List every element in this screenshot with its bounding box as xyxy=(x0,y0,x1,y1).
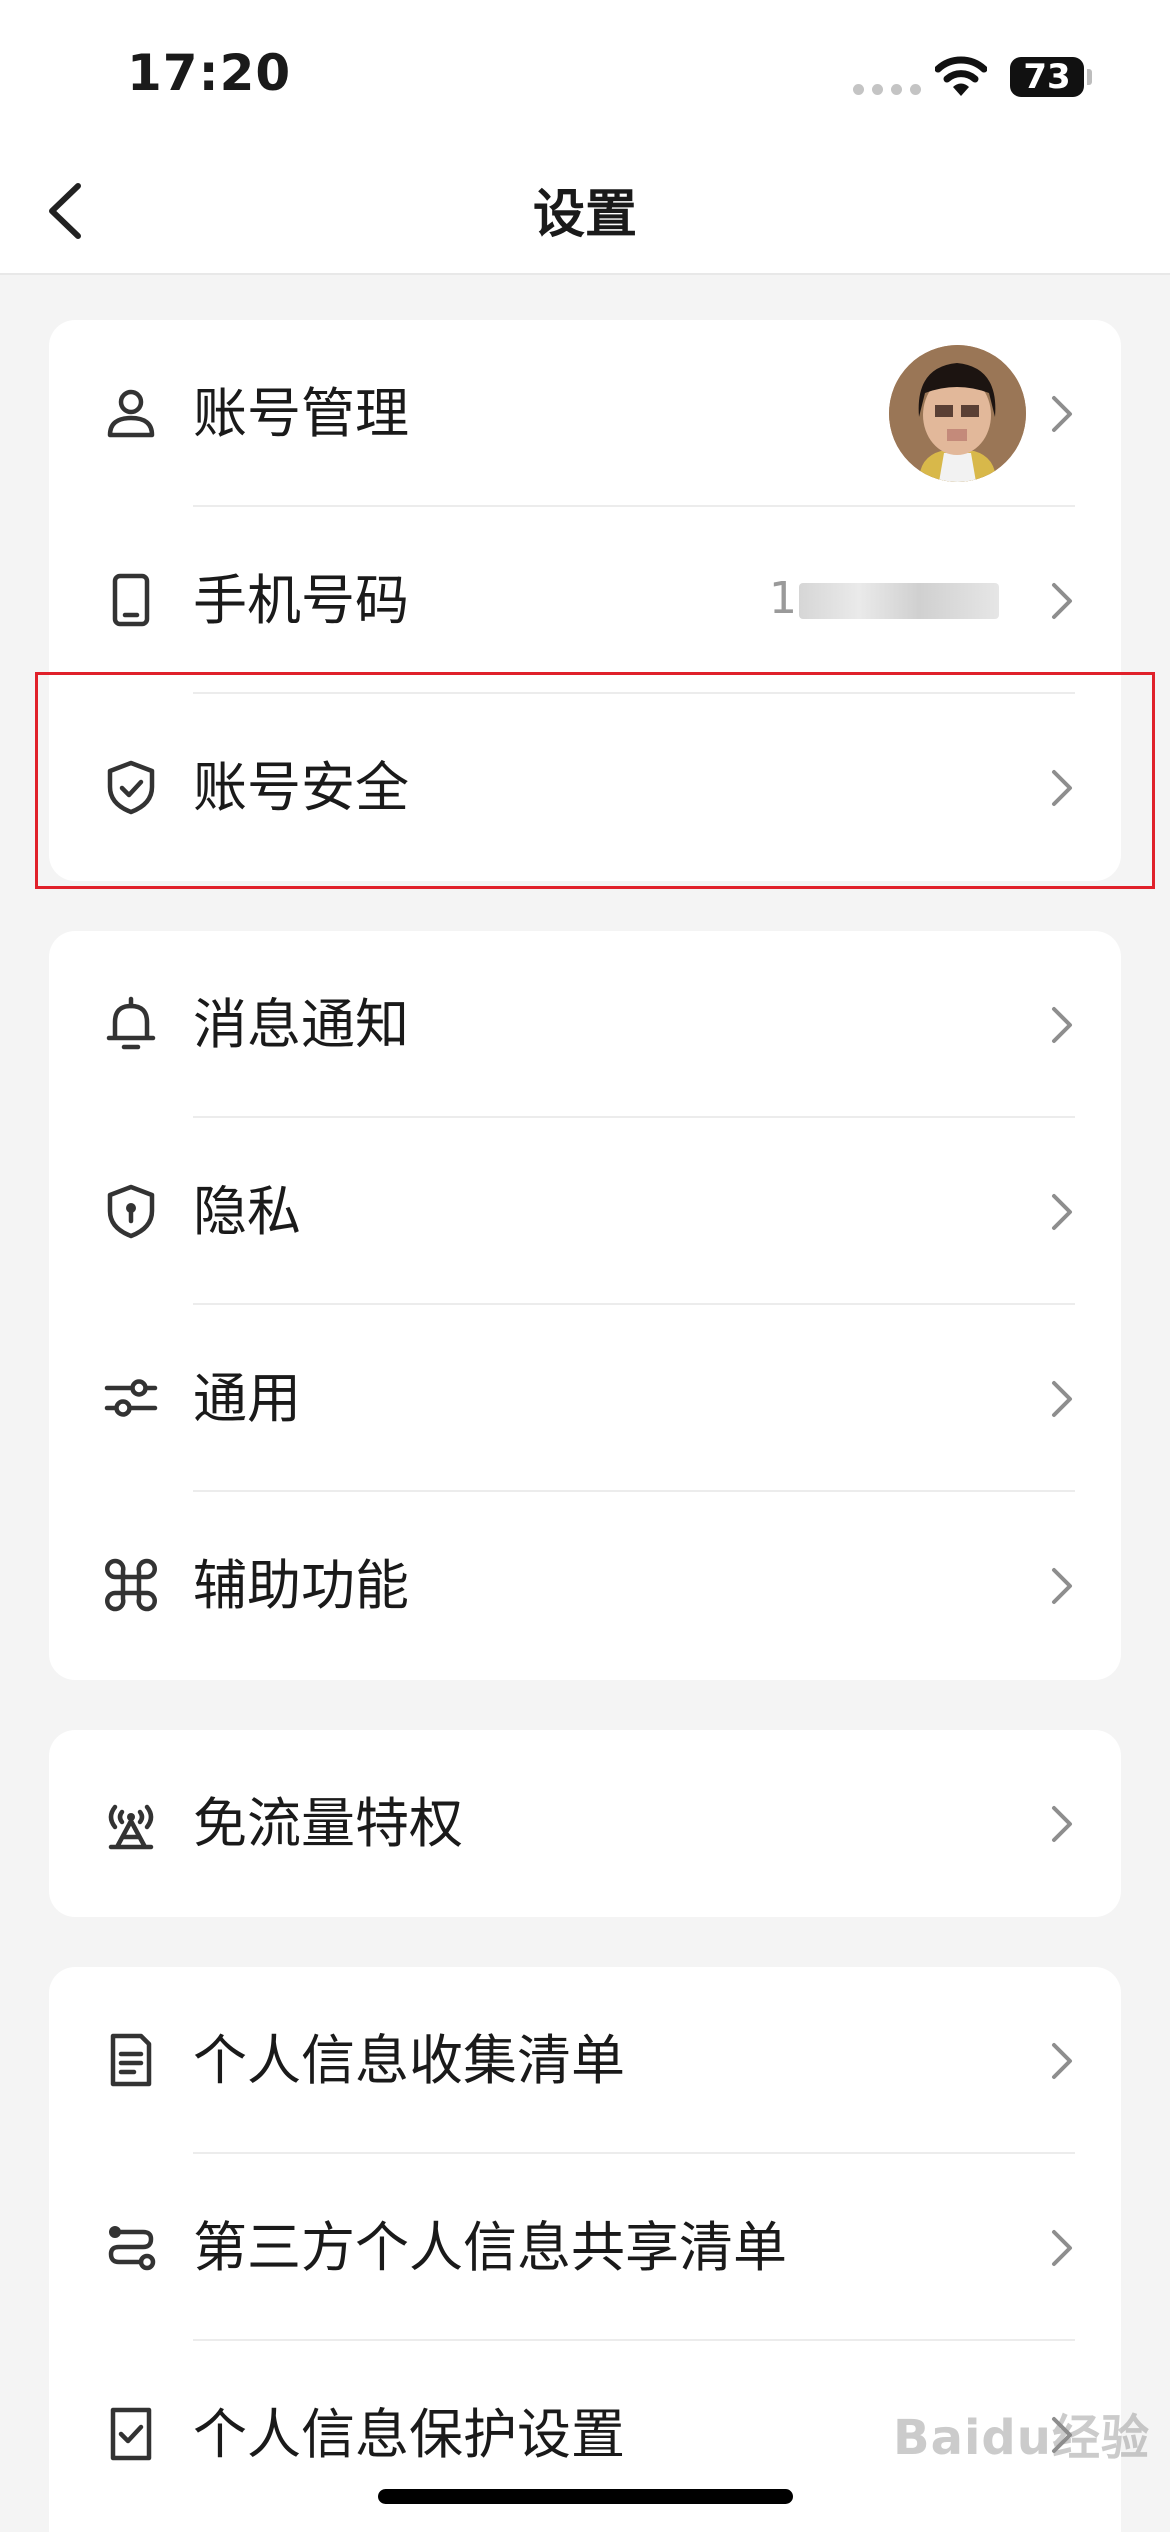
chevron-right-icon xyxy=(1052,770,1072,806)
watermark: Baidu经验 xyxy=(893,2410,1150,2466)
status-time: 17:20 xyxy=(127,44,292,102)
document-list-icon xyxy=(110,2033,152,2087)
phone-number-value: 1 xyxy=(769,573,999,624)
chevron-right-icon xyxy=(1052,583,1072,619)
phone-icon xyxy=(112,573,150,627)
row-label: 通用 xyxy=(193,1367,301,1430)
row-account-management[interactable]: 账号管理 xyxy=(49,320,1121,507)
shield-lock-icon xyxy=(107,1184,155,1239)
chevron-right-icon xyxy=(1052,2043,1072,2079)
phone-number-visible-digit: 1 xyxy=(769,573,797,624)
row-label: 个人信息保护设置 xyxy=(193,2403,625,2466)
row-account-security[interactable]: 账号安全 xyxy=(49,694,1121,881)
sliders-icon xyxy=(104,1379,158,1417)
checklist-icon xyxy=(110,2407,152,2461)
row-general[interactable]: 通用 xyxy=(49,1305,1121,1492)
chevron-right-icon xyxy=(1052,1806,1072,1842)
battery-indicator: 73 xyxy=(1010,57,1084,97)
row-label: 个人信息收集清单 xyxy=(193,2029,625,2092)
avatar[interactable] xyxy=(889,345,1026,482)
chevron-right-icon xyxy=(1052,1381,1072,1417)
settings-group-account: 账号管理 手机号码 1 账号安全 xyxy=(49,320,1121,881)
row-label: 手机号码 xyxy=(193,569,409,632)
chevron-right-icon xyxy=(1052,1007,1072,1043)
row-personal-info-collection[interactable]: 个人信息收集清单 xyxy=(49,1967,1121,2154)
broadcast-tower-icon xyxy=(108,1804,154,1850)
chevron-right-icon xyxy=(1052,1194,1072,1230)
settings-group-general: 消息通知 隐私 通用 辅助功能 xyxy=(49,931,1121,1680)
row-accessibility[interactable]: 辅助功能 xyxy=(49,1492,1121,1679)
page-title: 设置 xyxy=(532,185,637,245)
chevron-right-icon xyxy=(1052,1568,1072,1604)
bell-icon xyxy=(106,996,156,1050)
row-phone-number[interactable]: 手机号码 1 xyxy=(49,507,1121,694)
status-bar: 17:20 73 xyxy=(0,0,1170,150)
wifi-icon xyxy=(935,56,987,96)
row-label: 隐私 xyxy=(193,1180,301,1243)
row-label: 第三方个人信息共享清单 xyxy=(193,2216,787,2279)
shield-check-icon xyxy=(107,760,155,815)
phone-number-blurred xyxy=(799,583,999,619)
row-label: 免流量特权 xyxy=(193,1792,463,1855)
row-privacy[interactable]: 隐私 xyxy=(49,1118,1121,1305)
nav-bar: 设置 xyxy=(0,150,1170,275)
row-label: 辅助功能 xyxy=(193,1554,409,1617)
cellular-signal-icon xyxy=(853,84,921,95)
row-label: 账号安全 xyxy=(193,756,409,819)
share-flow-icon xyxy=(108,2226,156,2271)
user-icon xyxy=(107,389,155,438)
row-label: 账号管理 xyxy=(193,382,409,445)
battery-tip xyxy=(1087,69,1092,85)
row-notifications[interactable]: 消息通知 xyxy=(49,931,1121,1118)
row-free-data[interactable]: 免流量特权 xyxy=(49,1730,1121,1917)
settings-group-data: 免流量特权 xyxy=(49,1730,1121,1917)
chevron-right-icon xyxy=(1052,396,1072,432)
home-indicator[interactable] xyxy=(378,2489,793,2504)
avatar-image xyxy=(889,345,1026,482)
row-third-party-sharing[interactable]: 第三方个人信息共享清单 xyxy=(49,2154,1121,2341)
row-label: 消息通知 xyxy=(193,993,409,1056)
chevron-right-icon xyxy=(1052,2230,1072,2266)
command-icon xyxy=(105,1558,157,1612)
